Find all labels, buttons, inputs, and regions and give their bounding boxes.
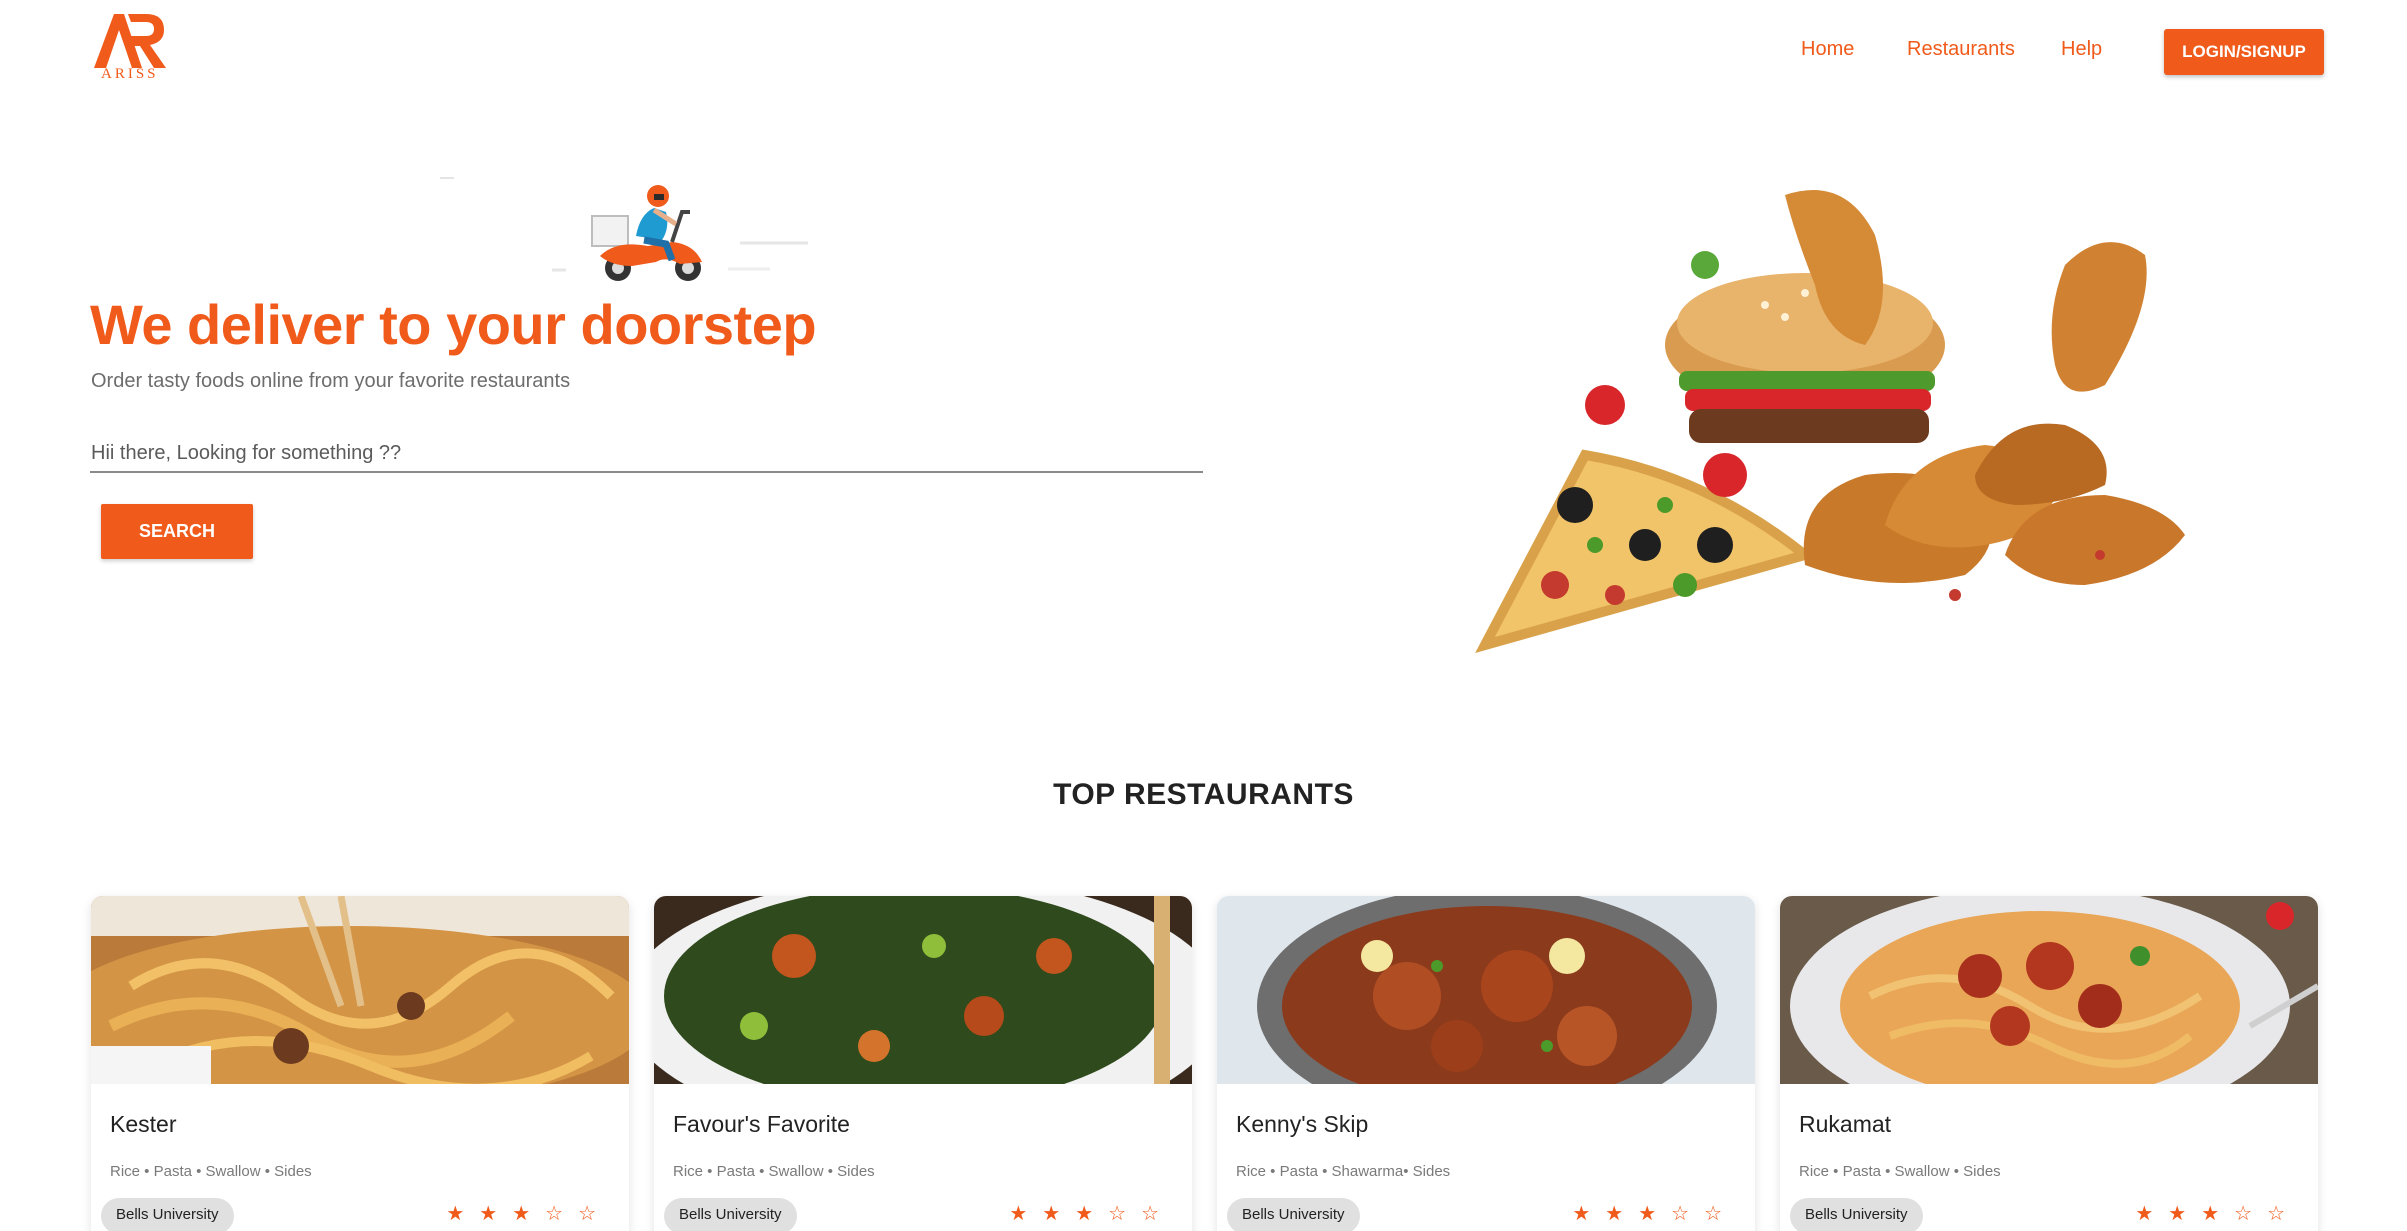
location-chip[interactable]: Bells University [1227,1198,1360,1231]
restaurant-categories: Rice • Pasta • Swallow • Sides [110,1163,312,1180]
hero-title: We deliver to your doorstep [90,293,817,356]
restaurant-categories: Rice • Pasta • Swallow • Sides [673,1163,875,1180]
restaurant-name: Favour's Favorite [673,1111,850,1137]
restaurant-name: Kenny's Skip [1236,1111,1369,1137]
kester-food-image [91,896,629,1084]
restaurant-card-kennys-skip[interactable]: Kenny's Skip Rice • Pasta • Shawarma• Si… [1217,896,1755,1231]
rating-stars[interactable]: ★★★☆☆ [2135,1201,2300,1225]
search-input[interactable] [90,435,1203,473]
favours-favorite-food-image [654,896,1192,1084]
rating-stars[interactable]: ★★★☆☆ [1572,1201,1737,1225]
location-chip[interactable]: Bells University [101,1198,234,1231]
rating-stars[interactable]: ★★★☆☆ [446,1201,611,1225]
nav-restaurants-link[interactable]: Restaurants [1907,38,2015,61]
nav-help-link[interactable]: Help [2061,38,2102,61]
restaurant-card-kester[interactable]: Kester Rice • Pasta • Swallow • Sides Be… [91,896,629,1231]
rukamat-food-image [1780,896,2318,1084]
restaurant-card-favours-favorite[interactable]: Favour's Favorite Rice • Pasta • Swallow… [654,896,1192,1231]
login-signup-button[interactable]: LOGIN/SIGNUP [2164,29,2324,75]
search-button[interactable]: SEARCH [101,504,253,559]
food-hero-image [1475,190,2185,653]
logo-text: ARISS [101,66,159,82]
restaurant-categories: Rice • Pasta • Swallow • Sides [1799,1163,2001,1180]
rating-stars[interactable]: ★★★☆☆ [1009,1201,1174,1225]
nav-home-link[interactable]: Home [1801,38,1854,61]
restaurant-name: Rukamat [1799,1111,1892,1137]
restaurant-name: Kester [110,1111,177,1137]
delivery-scooter-illustration [440,177,808,281]
top-restaurants-heading: TOP RESTAURANTS [1053,778,1354,811]
hero-subtitle: Order tasty foods online from your favor… [91,370,571,392]
location-chip[interactable]: Bells University [1790,1198,1923,1231]
restaurant-categories: Rice • Pasta • Shawarma• Sides [1236,1163,1451,1180]
kennys-skip-food-image [1217,896,1755,1084]
restaurant-card-rukamat[interactable]: Rukamat Rice • Pasta • Swallow • Sides B… [1780,896,2318,1231]
location-chip[interactable]: Bells University [664,1198,797,1231]
